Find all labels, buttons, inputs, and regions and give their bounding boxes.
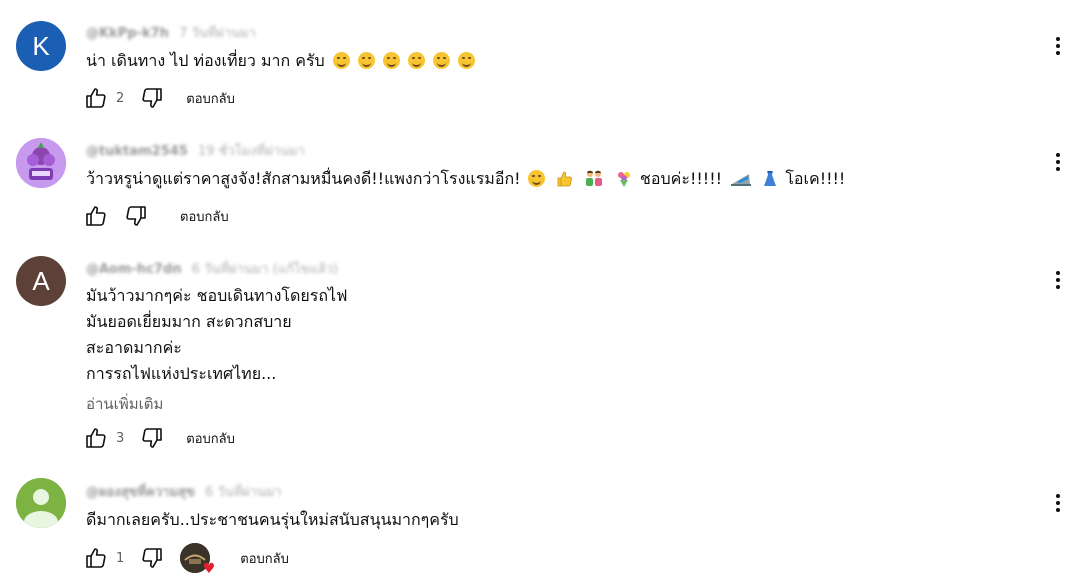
- like-button[interactable]: [84, 546, 108, 570]
- avatar-letter: K: [32, 30, 50, 61]
- read-more-link[interactable]: อ่านเพิ่มเติม: [86, 392, 163, 416]
- thumbs-up-icon: [86, 88, 106, 108]
- comment-meta: @ผองสุขที่ความสุข 6 วันที่ผ่านมา: [86, 481, 282, 502]
- reply-button[interactable]: ตอบกลับ: [186, 428, 235, 449]
- avatar-letter: A: [32, 265, 50, 296]
- bouquet-emoji: [615, 169, 633, 187]
- more-vert-icon: [1056, 153, 1060, 171]
- comment-text-tail-2: โอเค!!!!: [785, 169, 846, 188]
- thumbs-up-icon: [86, 428, 106, 448]
- dislike-button[interactable]: [140, 426, 164, 450]
- avatar[interactable]: [16, 138, 66, 188]
- comment-actions: 3 ตอบกลับ: [84, 426, 235, 450]
- comment-text: ว้าวหรูน่าดูแต่ราคาสูงจัง!สักสามหมื่นคงด…: [86, 166, 845, 192]
- comment-actions: 1 ♥ ตอบกลับ: [84, 543, 289, 576]
- emoji-row: [325, 51, 475, 70]
- train-emoji: [731, 169, 752, 186]
- comment-line: การรถไฟแห่งประเทศไทย...: [86, 364, 277, 383]
- thumbs-down-icon: [142, 548, 163, 568]
- like-button[interactable]: [84, 86, 108, 110]
- avatar[interactable]: [16, 478, 66, 528]
- thumbs-down-icon: [142, 88, 163, 108]
- reply-button[interactable]: ตอบกลับ: [186, 88, 235, 109]
- dislike-button[interactable]: [140, 86, 164, 110]
- comment-meta: @tuktam2545 19 ชั่วโมงที่ผ่านมา: [86, 140, 305, 161]
- dress-emoji: [762, 169, 778, 186]
- avatar[interactable]: A: [16, 256, 66, 306]
- more-actions-button[interactable]: [1046, 150, 1070, 174]
- author-handle[interactable]: @Aom-hc7dn: [86, 262, 182, 277]
- comment-time[interactable]: 19 ชั่วโมงที่ผ่านมา: [198, 144, 305, 159]
- more-actions-button[interactable]: [1046, 491, 1070, 515]
- default-person-icon: [16, 478, 66, 528]
- more-vert-icon: [1056, 37, 1060, 55]
- smile-emoji: [332, 52, 350, 69]
- comment-line: สะอาดมากค่ะ: [86, 338, 182, 357]
- smile-emoji: [357, 52, 375, 69]
- comment-actions: ตอบกลับ: [84, 204, 229, 228]
- thumbs-down-icon: [142, 428, 163, 448]
- like-count: 2: [116, 90, 125, 106]
- dislike-button[interactable]: [140, 546, 164, 570]
- reply-button[interactable]: ตอบกลับ: [180, 206, 229, 227]
- comment-line: มันยอดเยี่ยมมาก สะดวกสบาย: [86, 312, 292, 331]
- author-handle[interactable]: @KkPp-k7h: [86, 26, 169, 41]
- comment-time[interactable]: 6 วันที่ผ่านมา: [205, 485, 282, 500]
- dislike-button[interactable]: [124, 204, 148, 228]
- author-handle[interactable]: @ผองสุขที่ความสุข: [86, 485, 195, 500]
- more-actions-button[interactable]: [1046, 34, 1070, 58]
- more-vert-icon: [1056, 271, 1060, 289]
- thumbs-down-icon: [126, 206, 146, 226]
- comment-time[interactable]: 6 วันที่ผ่านมา (แก้ไขแล้ว): [192, 262, 338, 277]
- comment-text-tail: ชอบค่ะ!!!!!: [640, 169, 723, 188]
- thumbs-up-icon: [86, 548, 106, 568]
- smile-emoji: [407, 52, 425, 69]
- flower-avatar-icon: [16, 138, 66, 188]
- creator-heart-badge: ♥: [180, 543, 215, 576]
- more-vert-icon: [1056, 494, 1060, 512]
- smile-emoji: [457, 52, 475, 69]
- more-actions-button[interactable]: [1046, 268, 1070, 292]
- smile-emoji: [432, 52, 450, 69]
- comment-text-content: ดีมากเลยครับ..ประชาชนคนรุ่นใหม่สนับสนุนม…: [86, 510, 459, 529]
- like-button[interactable]: [84, 204, 108, 228]
- author-handle[interactable]: @tuktam2545: [86, 144, 188, 159]
- smile-emoji: [382, 52, 400, 69]
- people-emoji: [584, 169, 604, 186]
- avatar[interactable]: K: [16, 21, 66, 71]
- comment-meta: @Aom-hc7dn 6 วันที่ผ่านมา (แก้ไขแล้ว): [86, 258, 338, 279]
- thumbs-up-icon: [86, 206, 106, 226]
- comment-time[interactable]: 7 วันที่ผ่านมา: [179, 26, 256, 41]
- like-button[interactable]: [84, 426, 108, 450]
- comment-meta: @KkPp-k7h 7 วันที่ผ่านมา: [86, 22, 256, 43]
- comment-actions: 2 ตอบกลับ: [84, 86, 235, 110]
- reply-button[interactable]: ตอบกลับ: [240, 548, 289, 569]
- comment-text: มันว้าวมากๆค่ะ ชอบเดินทางโดยรถไฟ มันยอดเ…: [86, 283, 347, 387]
- comment-text: ดีมากเลยครับ..ประชาชนคนรุ่นใหม่สนับสนุนม…: [86, 507, 459, 533]
- grin-emoji: [527, 170, 545, 187]
- like-count: 3: [116, 430, 125, 446]
- comment-line: มันว้าวมากๆค่ะ ชอบเดินทางโดยรถไฟ: [86, 286, 348, 305]
- like-count: 1: [116, 550, 125, 566]
- comment-text-content: ว้าวหรูน่าดูแต่ราคาสูงจัง!สักสามหมื่นคงด…: [86, 169, 521, 188]
- comment-text-content: น่า เดินทาง ไป ท่องเที่ยว มาก ครับ: [86, 51, 325, 70]
- thumbs-up-emoji: [556, 169, 573, 187]
- comment-text: น่า เดินทาง ไป ท่องเที่ยว มาก ครับ: [86, 48, 475, 74]
- heart-icon: ♥: [202, 561, 216, 577]
